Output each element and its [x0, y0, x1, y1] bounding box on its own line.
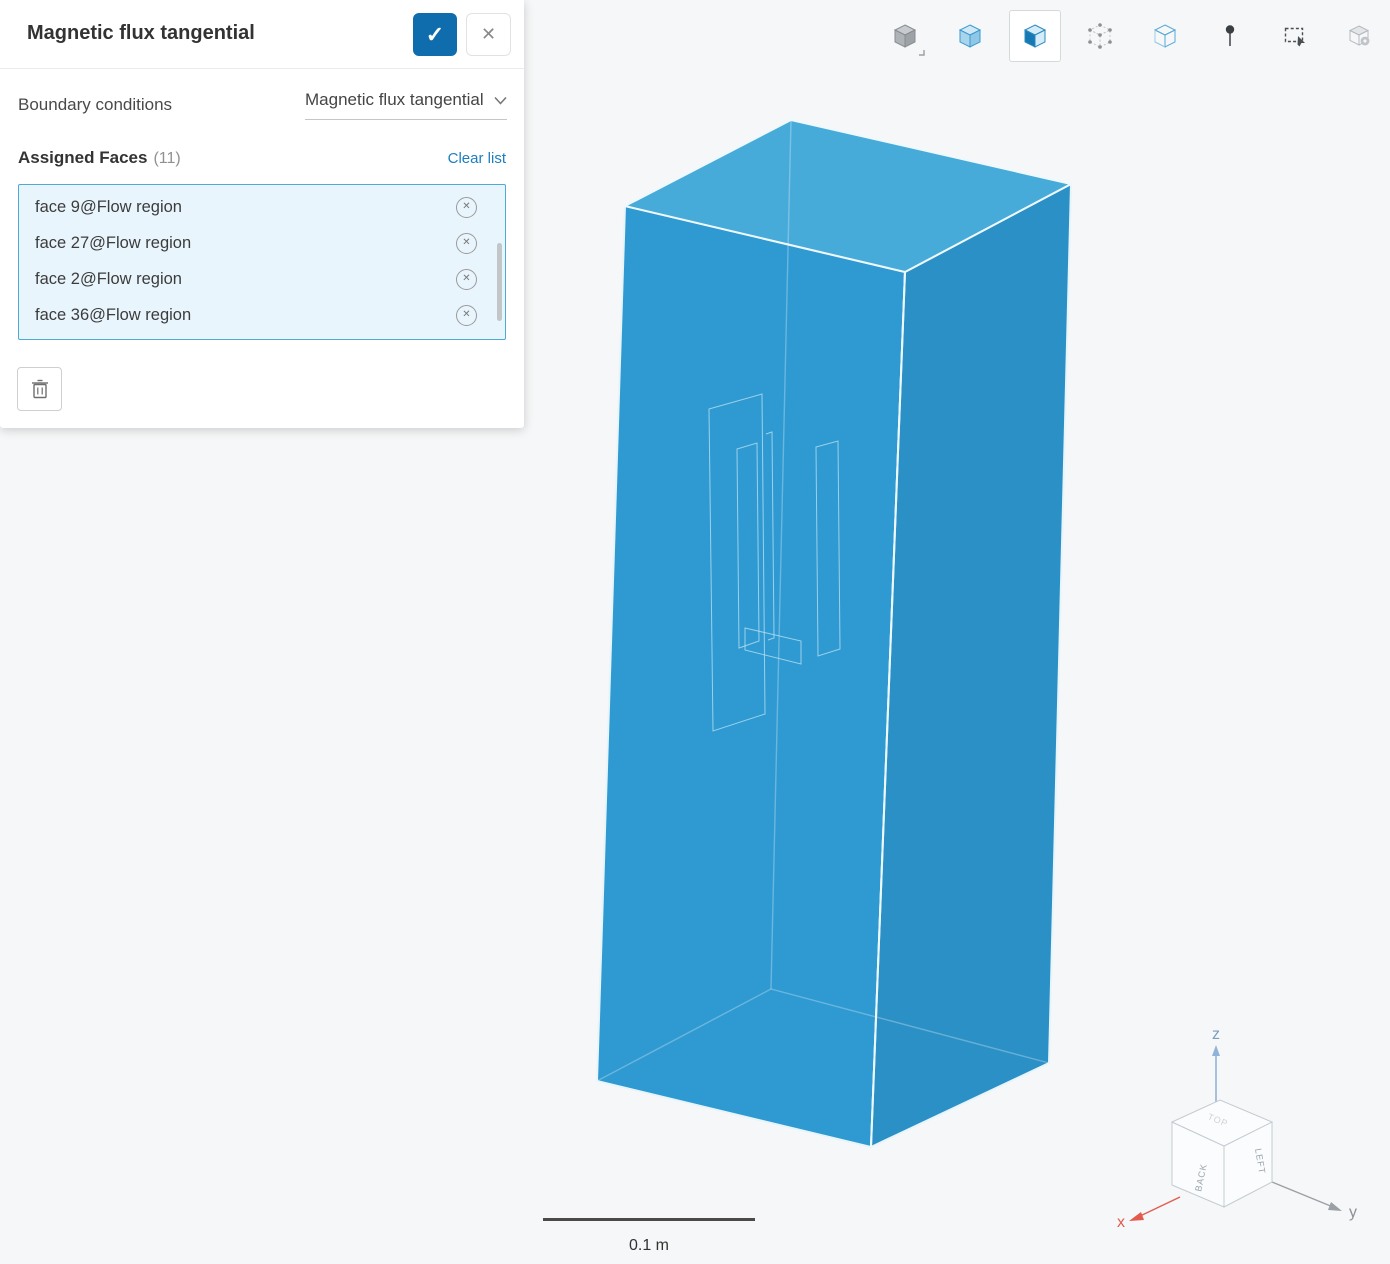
view-mode-surfaces-button[interactable]	[944, 10, 996, 62]
orientation-gizmo[interactable]: z y x TOP BACK LEFT	[1095, 1015, 1375, 1255]
boundary-type-value: Magnetic flux tangential	[305, 90, 484, 110]
view-mode-wireframe-button[interactable]	[1139, 10, 1191, 62]
y-axis-label: y	[1349, 1204, 1357, 1221]
surfaces-cube-icon	[957, 23, 983, 49]
remove-x-icon: ✕	[462, 274, 470, 284]
view-toolbar	[879, 10, 1386, 62]
assigned-faces-label: Assigned Faces	[18, 148, 147, 168]
view-mode-vertices-button[interactable]	[1074, 10, 1126, 62]
remove-face-button[interactable]: ✕	[456, 233, 477, 254]
face-name: face 27@Flow region	[35, 234, 191, 253]
panel-title: Magnetic flux tangential	[27, 22, 255, 45]
x-axis-label: x	[1117, 1214, 1125, 1231]
assigned-faces-header: Assigned Faces (11) Clear list	[18, 148, 506, 168]
remove-x-icon: ✕	[462, 202, 470, 212]
remove-face-button[interactable]: ✕	[456, 305, 477, 326]
vertices-cube-icon	[1087, 23, 1113, 49]
trash-icon	[31, 379, 49, 399]
close-button[interactable]: ✕	[466, 13, 511, 56]
face-name: face 36@Flow region	[35, 306, 191, 325]
view-mode-solid-button[interactable]	[879, 10, 931, 62]
cube-settings-icon	[1347, 23, 1373, 49]
boundary-condition-panel: Magnetic flux tangential ✓ ✕ Boundary co…	[0, 0, 524, 428]
box-select-icon	[1282, 23, 1308, 49]
close-icon: ✕	[481, 24, 496, 45]
box-select-button[interactable]	[1269, 10, 1321, 62]
clear-list-link[interactable]: Clear list	[448, 150, 506, 167]
probe-pin-icon	[1217, 23, 1243, 49]
face-name: face 2@Flow region	[35, 270, 182, 289]
surfaces-and-edges-cube-icon	[1022, 23, 1048, 49]
y-axis-line	[1272, 1182, 1333, 1207]
boundary-type-dropdown[interactable]: Magnetic flux tangential	[305, 90, 507, 120]
wireframe-cube-icon	[1152, 23, 1178, 49]
assigned-faces-list[interactable]: face 9@Flow region ✕ face 27@Flow region…	[18, 184, 506, 340]
list-scrollbar[interactable]	[497, 243, 502, 321]
face-list-item[interactable]: face 2@Flow region ✕	[19, 261, 505, 297]
check-icon: ✓	[426, 22, 444, 48]
face-list-item[interactable]: face 9@Flow region ✕	[19, 189, 505, 225]
scale-bar: 0.1 m	[543, 1218, 755, 1255]
delete-button[interactable]	[17, 367, 62, 411]
confirm-button[interactable]: ✓	[413, 13, 457, 56]
boundary-conditions-label: Boundary conditions	[18, 95, 172, 115]
scale-bar-label: 0.1 m	[543, 1237, 755, 1255]
z-axis-arrowhead	[1212, 1045, 1220, 1056]
view-mode-surfaces-edges-button[interactable]	[1009, 10, 1061, 62]
probe-point-button[interactable]	[1204, 10, 1256, 62]
box-front-face[interactable]	[597, 206, 905, 1147]
scale-bar-line	[543, 1218, 755, 1221]
face-name: face 9@Flow region	[35, 198, 182, 217]
flow-region-box[interactable]	[597, 120, 1071, 1147]
x-axis-arrowhead	[1129, 1212, 1144, 1221]
x-axis-line	[1138, 1197, 1180, 1217]
face-list-item[interactable]: face 36@Flow region ✕	[19, 297, 505, 333]
solid-cube-icon	[892, 23, 918, 49]
dropdown-corner-icon	[918, 49, 925, 56]
z-axis-label: z	[1212, 1026, 1220, 1043]
navigation-cube[interactable]: TOP BACK LEFT	[1172, 1100, 1272, 1207]
chevron-down-icon	[494, 96, 507, 105]
remove-x-icon: ✕	[462, 310, 470, 320]
view-settings-button[interactable]	[1334, 10, 1386, 62]
app-root: 0.1 m z y x TOP BACK LEFT Magnetic flux …	[0, 0, 1390, 1264]
remove-x-icon: ✕	[462, 238, 470, 248]
y-axis-arrowhead	[1328, 1202, 1342, 1211]
assigned-faces-count: (11)	[153, 150, 180, 168]
remove-face-button[interactable]: ✕	[456, 269, 477, 290]
face-list-item[interactable]: face 27@Flow region ✕	[19, 225, 505, 261]
panel-divider	[0, 68, 524, 69]
remove-face-button[interactable]: ✕	[456, 197, 477, 218]
